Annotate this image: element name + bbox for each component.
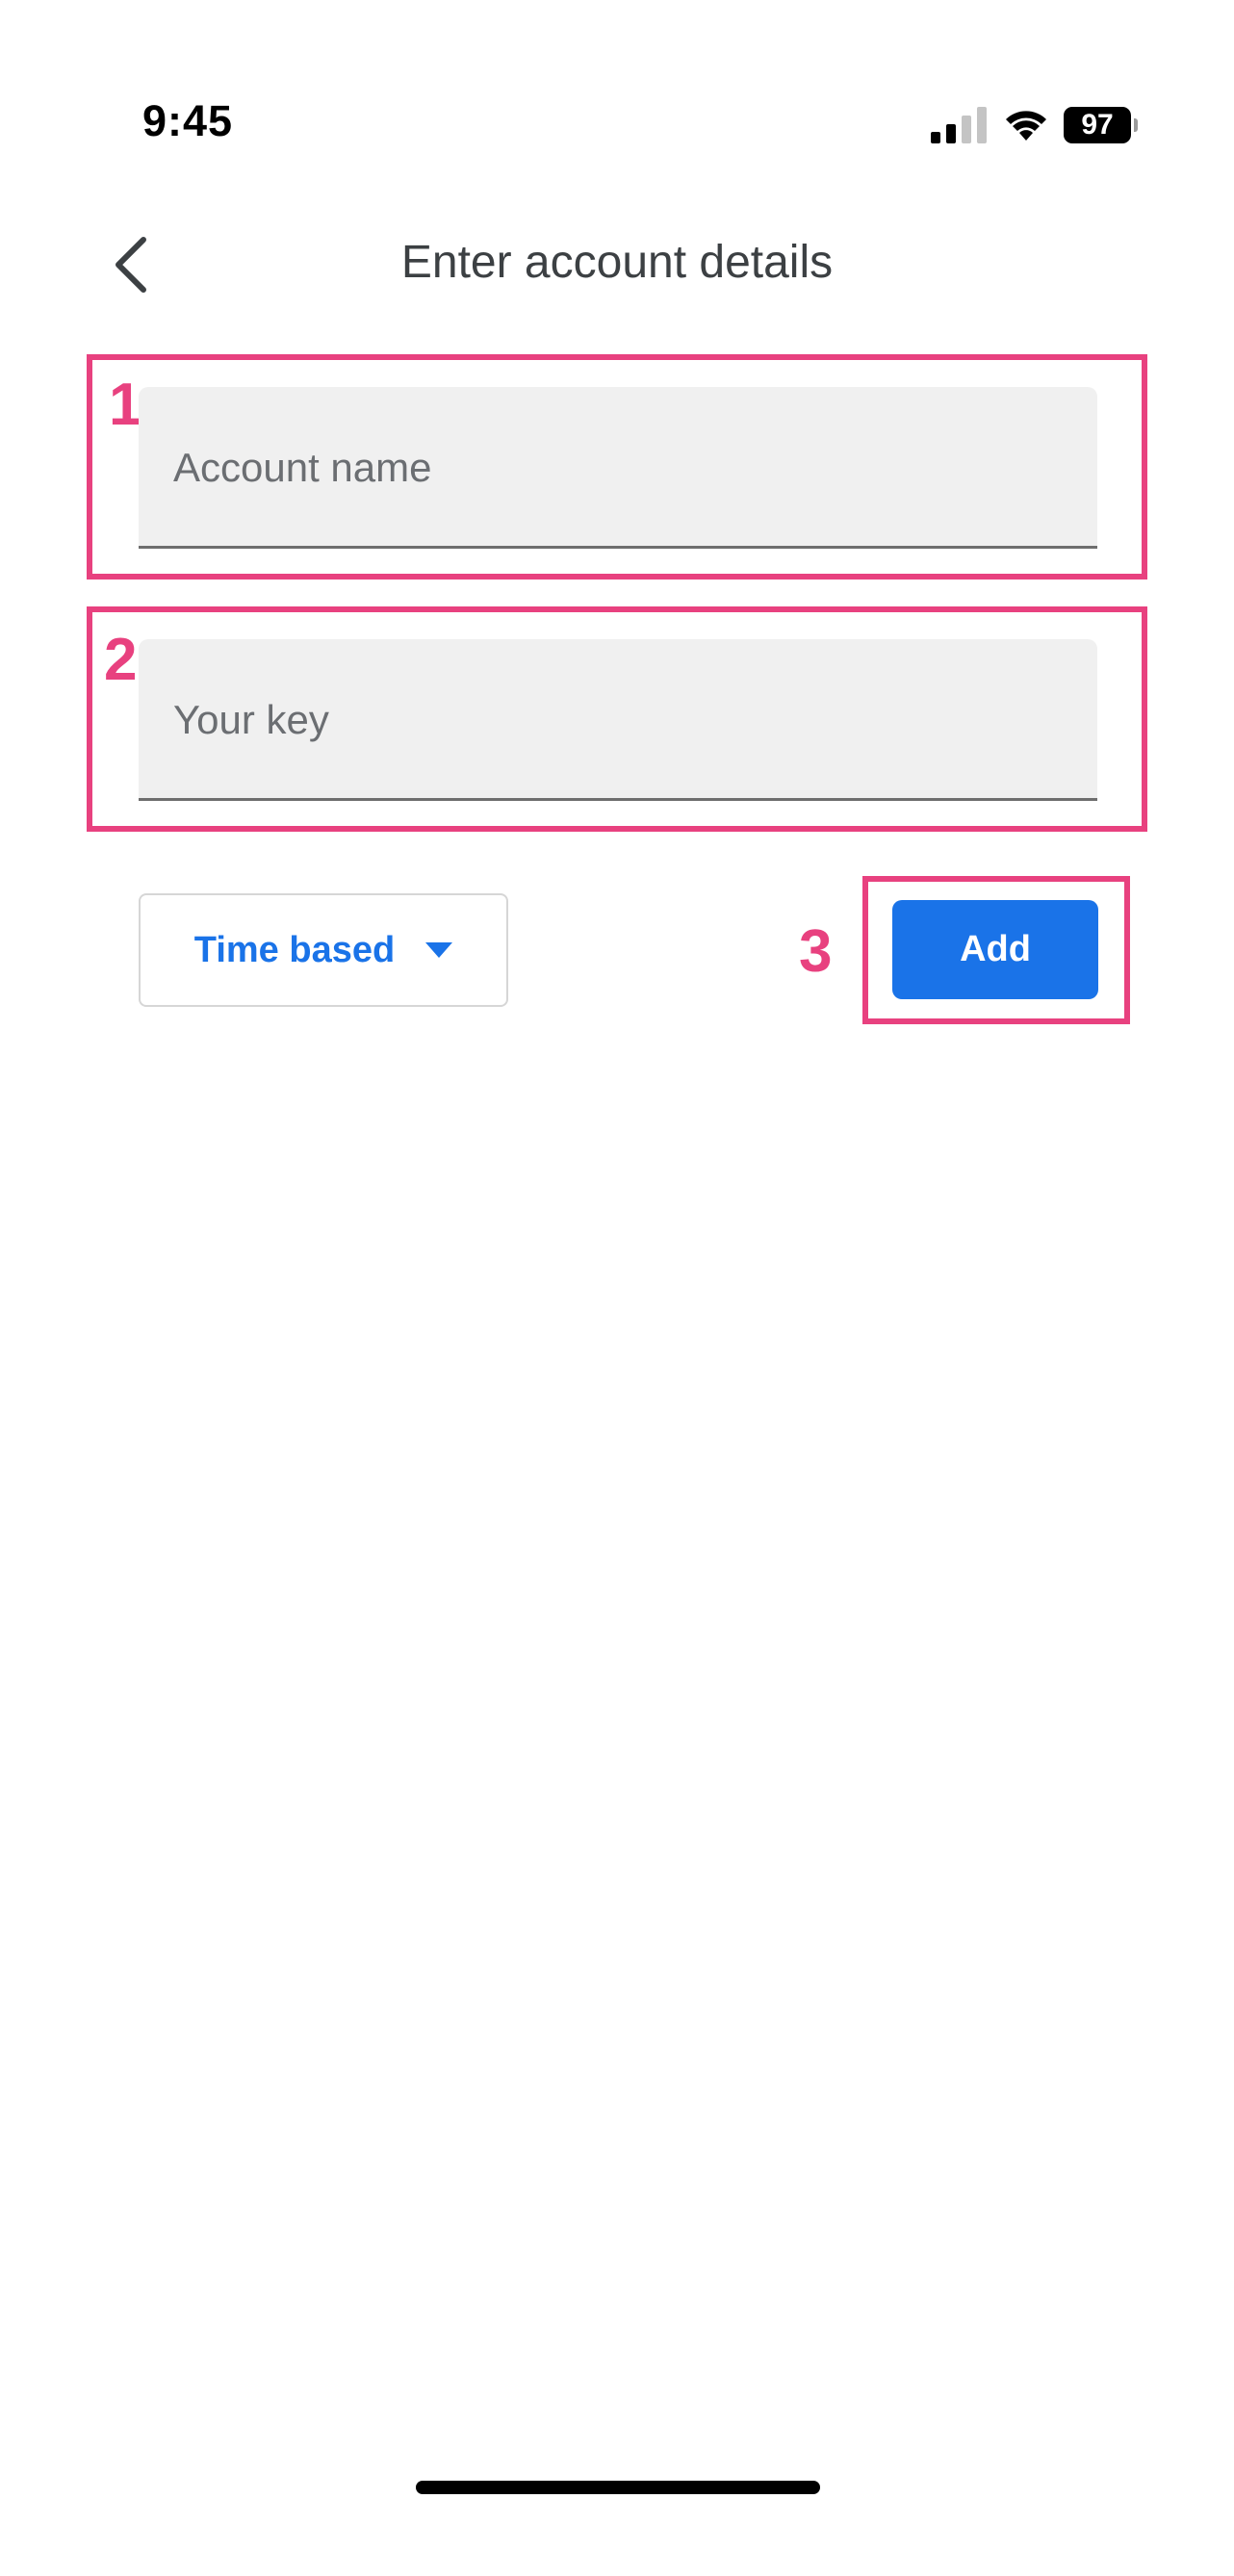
battery-indicator: 97 — [1064, 107, 1138, 143]
key-type-selected: Time based — [193, 929, 396, 970]
annotation-number-3: 3 — [799, 918, 833, 985]
account-name-input[interactable] — [173, 387, 1059, 549]
page-title: Enter account details — [400, 237, 834, 288]
key-input[interactable] — [173, 639, 1059, 801]
add-button[interactable]: Add — [892, 900, 1098, 999]
annotation-number-2: 2 — [104, 627, 138, 693]
key-type-dropdown[interactable]: Time based — [139, 893, 508, 1007]
annotation-number-1: 1 — [109, 372, 142, 438]
battery-level: 97 — [1064, 107, 1131, 143]
key-field[interactable] — [139, 639, 1097, 801]
home-indicator[interactable] — [416, 2481, 820, 2494]
dropdown-arrow-icon — [425, 942, 453, 958]
wifi-icon — [1006, 111, 1046, 141]
cellular-signal-icon — [931, 107, 987, 143]
status-icons: 97 — [931, 106, 1138, 144]
battery-cap — [1134, 118, 1138, 132]
account-name-field[interactable] — [139, 387, 1097, 549]
app-screen: 9:45 97 Enter account details 1 2 — [0, 0, 1234, 2576]
status-time: 9:45 — [142, 96, 234, 145]
